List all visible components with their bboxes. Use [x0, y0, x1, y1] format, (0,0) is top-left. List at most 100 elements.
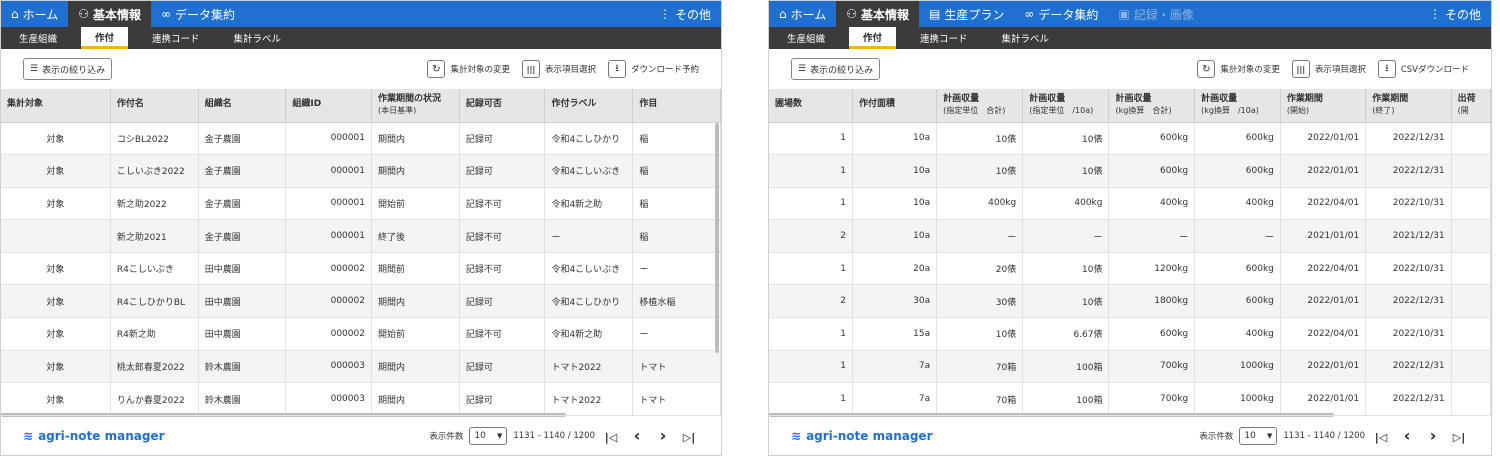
tool-refresh-button[interactable]: ↻ 集計対象の変更 [1197, 60, 1280, 78]
column-header[interactable]: 出荷 (開 [1451, 89, 1491, 123]
tab-2[interactable]: 連携コード [910, 27, 978, 49]
column-header[interactable]: 計画収量 (指定単位 /10a) [1022, 89, 1110, 123]
table-cell: 2022/10/31 [1365, 252, 1452, 286]
nav-item-3[interactable]: ∞ データ集約 [1014, 1, 1108, 27]
column-header[interactable]: 作付名 [110, 89, 199, 123]
nav-item-0[interactable]: ⌂ ホーム [769, 1, 836, 27]
table-cell: 期間内 [371, 382, 460, 416]
filter-label: 表示の絞り込み [810, 65, 874, 76]
table-cell: R4新之助 [110, 317, 199, 351]
table-cell: トマト [632, 350, 721, 384]
filter-button[interactable]: ☰ 表示の絞り込み [791, 58, 881, 80]
column-header-label: 計画収量 [1201, 94, 1238, 105]
next-page-button[interactable]: › [1423, 426, 1443, 445]
column-header[interactable]: 組織名 [198, 89, 287, 123]
top-nav: ⌂ ホーム ⚇ 基本情報 ∞ データ集約 ⋮ その他 [1, 1, 721, 27]
more-menu-button[interactable]: ⋮ その他 [1419, 1, 1491, 27]
tab-0[interactable]: 生産組織 [777, 27, 835, 49]
table-row[interactable]: 対象 コシBL2022 金子農園 000001 期間内 記録可 令和4こしひかり稲 [1, 122, 721, 156]
table-cell: 15a [852, 317, 938, 351]
next-page-button[interactable]: › [653, 426, 673, 445]
last-page-icon: ▷| [1452, 431, 1466, 444]
table-row[interactable]: 対象 りんか春夏2022 鈴木農園 000003 期間内 記録可 トマト2022 トマト [1, 382, 721, 416]
column-header-sublabel: (開 [1457, 105, 1469, 115]
tab-2[interactable]: 連携コード [142, 27, 210, 49]
column-header-label: 計画収量 [1029, 94, 1066, 105]
table-cell: 記録可 [459, 154, 546, 188]
column-header[interactable]: 計画収量 (指定単位 合計) [936, 89, 1024, 123]
table-row[interactable]: 対象 R4新之助 田中農園 000002 開始前 記録不可 令和4新之助ー [1, 317, 721, 351]
last-page-button[interactable]: ▷| [679, 426, 699, 445]
table-row[interactable]: 対象 R4こしひかりBL 田中農園 000002 期間内 記録可 令和4こしひかり 移植水稲 [1, 284, 721, 319]
nav-item-0[interactable]: ⌂ ホーム [1, 1, 68, 27]
table-row[interactable]: 1 15a 10俵 6.67俵 600kg 400kg 2022/04/01 2022/10/… [769, 317, 1491, 351]
tool-download-button[interactable]: ⭳ CSVダウンロード [1377, 60, 1469, 78]
nav-item-2[interactable]: ▤ 生産プラン [919, 1, 1014, 27]
first-page-button[interactable]: |◁ [601, 426, 621, 445]
table-cell: 600kg [1194, 154, 1281, 188]
download-icon: ⭳ [1377, 60, 1396, 78]
column-header[interactable]: 作業期間 (開始) [1280, 89, 1367, 123]
column-header-sublabel: (kg換算 /10a) [1201, 105, 1259, 115]
table-row[interactable]: 1 7a 70箱 100箱 700kg 1000kg 2022/01/01 2022/12/3… [769, 382, 1491, 416]
table-cell: 対象 [1, 122, 111, 156]
table-row[interactable]: 2 30a 30俵 10俵 1800kg 600kg 2022/01/01 2022/12/3… [769, 284, 1491, 319]
nav-item-1[interactable]: ⚇ 基本情報 [836, 1, 920, 27]
tab-0[interactable]: 生産組織 [9, 27, 67, 49]
column-header[interactable]: 作付面積 [852, 89, 938, 123]
table-row[interactable]: 1 10a 10俵 10俵 600kg 600kg 2022/01/01 2022/12/31 [769, 154, 1491, 188]
column-header[interactable]: 作業期間の状況 (本日基準) [371, 89, 460, 123]
column-header[interactable]: 計画収量 (kg換算 合計) [1108, 89, 1196, 123]
more-menu-button[interactable]: ⋮ その他 [649, 1, 721, 27]
tab-1[interactable]: 作付 [849, 27, 897, 49]
tab-3[interactable]: 集計ラベル [992, 27, 1060, 49]
table-cell: 金子農園 [198, 187, 287, 221]
page-size-select[interactable]: 10 ▼ [1239, 426, 1278, 445]
prev-page-button[interactable]: ‹ [627, 426, 647, 445]
tab-1[interactable]: 作付 [81, 27, 129, 49]
tab-3[interactable]: 集計ラベル [224, 27, 292, 49]
column-header[interactable]: 記録可否 [459, 89, 546, 123]
filter-button[interactable]: ☰ 表示の絞り込み [23, 58, 113, 80]
tool-columns-button[interactable]: ||| 表示項目選択 [1291, 60, 1366, 78]
column-header[interactable]: 計画収量 (kg換算 /10a) [1194, 89, 1281, 123]
more-menu-label: その他 [1444, 7, 1481, 22]
table-cell: 1 [769, 154, 853, 188]
table-cell [1451, 317, 1491, 351]
column-header[interactable]: 作目 [632, 89, 721, 123]
table-cell: 10a [852, 154, 938, 188]
app-logo: ≋ agri-note manager [23, 429, 165, 443]
table-row[interactable]: 対象 こしいぶき2022 金子農園 000001 期間内 記録可 令和4こしいぶき稲 [1, 154, 721, 188]
column-header[interactable]: 作業期間 (終了) [1365, 89, 1452, 123]
vertical-scrollbar[interactable] [715, 123, 719, 353]
tool-download-button[interactable]: ⭳ ダウンロード予約 [607, 60, 699, 78]
nav-item-2[interactable]: ∞ データ集約 [151, 1, 245, 27]
last-page-button[interactable]: ▷| [1449, 426, 1469, 445]
table-row[interactable]: 1 10a 400kg 400kg 400kg 400kg 2022/04/01 2022/1… [769, 187, 1491, 221]
table-cell: 20a [852, 252, 938, 286]
data-table-wrap: 集計対象 作付名 組織名 組織ID 作業期間の状況 (本日基準) 記録可否 作付ラベル 作目 対象… [1, 89, 721, 417]
table-row[interactable]: 1 20a 20俵 10俵 1200kg 600kg 2022/04/01 2022/10/3… [769, 252, 1491, 286]
table-cell: 600kg [1194, 122, 1281, 156]
table-row[interactable]: 1 10a 10俵 10俵 600kg 600kg 2022/01/01 2022/12/31 [769, 122, 1491, 156]
table-row[interactable]: 対象 新之助2022 金子農園 000001 開始前 記録不可 令和4新之助稲 [1, 187, 721, 221]
table-cell [1451, 122, 1491, 156]
table-row[interactable]: 新之助2021 金子農園 000001 終了後 記録不可ー稲 [1, 219, 721, 253]
tool-refresh-button[interactable]: ↻ 集計対象の変更 [427, 60, 510, 78]
first-page-button[interactable]: |◁ [1371, 426, 1391, 445]
prev-page-button[interactable]: ‹ [1397, 426, 1417, 445]
table-row[interactable]: 対象 R4こしいぶき 田中農園 000002 期間前 記録不可 令和4こしいぶきー [1, 252, 721, 286]
table-cell [1451, 154, 1491, 188]
tool-columns-button[interactable]: ||| 表示項目選択 [521, 60, 596, 78]
table-row[interactable]: 1 7a 70箱 100箱 700kg 1000kg 2022/01/01 2022/12/3… [769, 350, 1491, 384]
column-header[interactable]: 圃場数 [769, 89, 853, 123]
table-cell: トマト2022 [544, 350, 634, 384]
table-cell: 70箱 [936, 382, 1024, 416]
page-size-select[interactable]: 10 ▼ [469, 426, 508, 445]
column-header[interactable]: 組織ID [285, 89, 372, 123]
column-header[interactable]: 作付ラベル [544, 89, 634, 123]
nav-item-1[interactable]: ⚇ 基本情報 [68, 1, 152, 27]
table-row[interactable]: 対象 桃太郎春夏2022 鈴木農園 000003 期間内 記録可 トマト2022 トマト [1, 350, 721, 384]
table-row[interactable]: 2 10a ーーーー 2021/01/01 2021/12/31 [769, 219, 1491, 253]
column-header[interactable]: 集計対象 [1, 89, 111, 123]
